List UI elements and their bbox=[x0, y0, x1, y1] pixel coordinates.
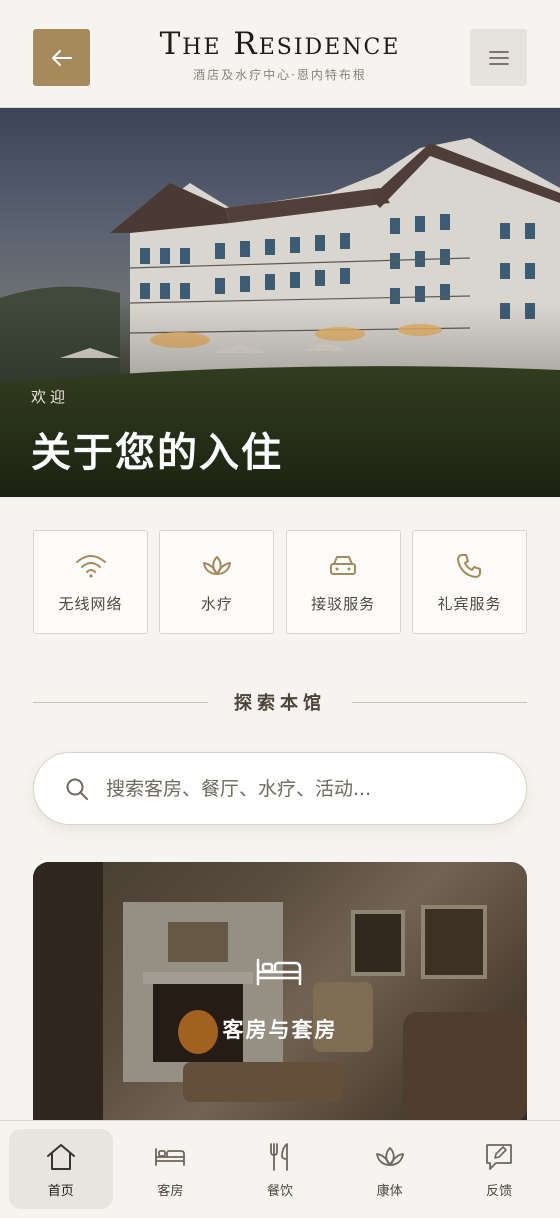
bed-icon bbox=[256, 958, 302, 986]
quick-action-label: 接驳服务 bbox=[311, 594, 376, 613]
quick-action-shuttle[interactable]: 接驳服务 bbox=[285, 530, 401, 634]
search-input[interactable] bbox=[106, 777, 506, 800]
home-icon bbox=[46, 1143, 75, 1170]
nav-label: 反馈 bbox=[486, 1183, 513, 1199]
fork-knife-icon bbox=[270, 1142, 288, 1171]
rooms-suites-card[interactable]: 客房与套房 bbox=[33, 862, 527, 1122]
brand-title: The Residence bbox=[159, 26, 401, 62]
bed-icon bbox=[155, 1147, 186, 1166]
wifi-icon bbox=[75, 554, 106, 578]
section-heading: 探索本馆 bbox=[33, 688, 527, 716]
phone-icon bbox=[457, 553, 482, 578]
brand-logo: The Residence 酒店及水疗中心·恩内特布根 bbox=[120, 24, 440, 83]
quick-action-wifi[interactable]: 无线网络 bbox=[33, 530, 148, 634]
hero-kicker: 欢迎 bbox=[31, 388, 70, 406]
quick-action-concierge[interactable]: 礼宾服务 bbox=[411, 530, 527, 634]
nav-item-feedback[interactable]: 反馈 bbox=[447, 1129, 551, 1209]
car-icon bbox=[330, 555, 357, 575]
menu-button[interactable] bbox=[470, 29, 527, 86]
brand-subtitle: 酒店及水疗中心·恩内特布根 bbox=[193, 68, 367, 82]
divider-line bbox=[352, 701, 527, 703]
lotus-icon bbox=[202, 555, 231, 575]
search-icon bbox=[64, 776, 90, 802]
app-header: The Residence 酒店及水疗中心·恩内特布根 bbox=[0, 0, 560, 108]
hamburger-menu-icon bbox=[488, 50, 509, 65]
quick-action-label: 无线网络 bbox=[58, 594, 123, 613]
feedback-icon bbox=[486, 1143, 513, 1170]
nav-label: 首页 bbox=[47, 1183, 74, 1199]
back-button[interactable] bbox=[33, 29, 90, 86]
quick-action-spa[interactable]: 水疗 bbox=[159, 530, 275, 634]
nav-label: 客房 bbox=[157, 1183, 184, 1199]
bottom-navigation: 首页 客房 餐饮 康体 反馈 bbox=[0, 1120, 560, 1218]
hero-title: 关于您的入住 bbox=[31, 430, 283, 476]
nav-label: 餐饮 bbox=[266, 1183, 293, 1199]
nav-label: 康体 bbox=[376, 1183, 403, 1199]
section-title: 探索本馆 bbox=[234, 693, 326, 714]
quick-action-label: 礼宾服务 bbox=[437, 594, 502, 613]
nav-item-wellness[interactable]: 康体 bbox=[338, 1129, 442, 1209]
nav-item-dining[interactable]: 餐饮 bbox=[228, 1129, 332, 1209]
lotus-icon bbox=[375, 1146, 404, 1166]
nav-item-rooms[interactable]: 客房 bbox=[118, 1129, 222, 1209]
card-overlay bbox=[33, 862, 527, 1122]
nav-item-home[interactable]: 首页 bbox=[8, 1129, 113, 1209]
divider-line bbox=[33, 701, 208, 703]
hero-banner: 欢迎 关于您的入住 bbox=[0, 108, 560, 497]
search-bar[interactable] bbox=[33, 752, 527, 825]
rooms-card-title: 客房与套房 bbox=[222, 1018, 338, 1042]
quick-actions: 无线网络 水疗 接驳服务 礼宾服务 bbox=[33, 530, 527, 634]
quick-action-label: 水疗 bbox=[200, 594, 233, 613]
arrow-left-icon bbox=[51, 49, 72, 66]
